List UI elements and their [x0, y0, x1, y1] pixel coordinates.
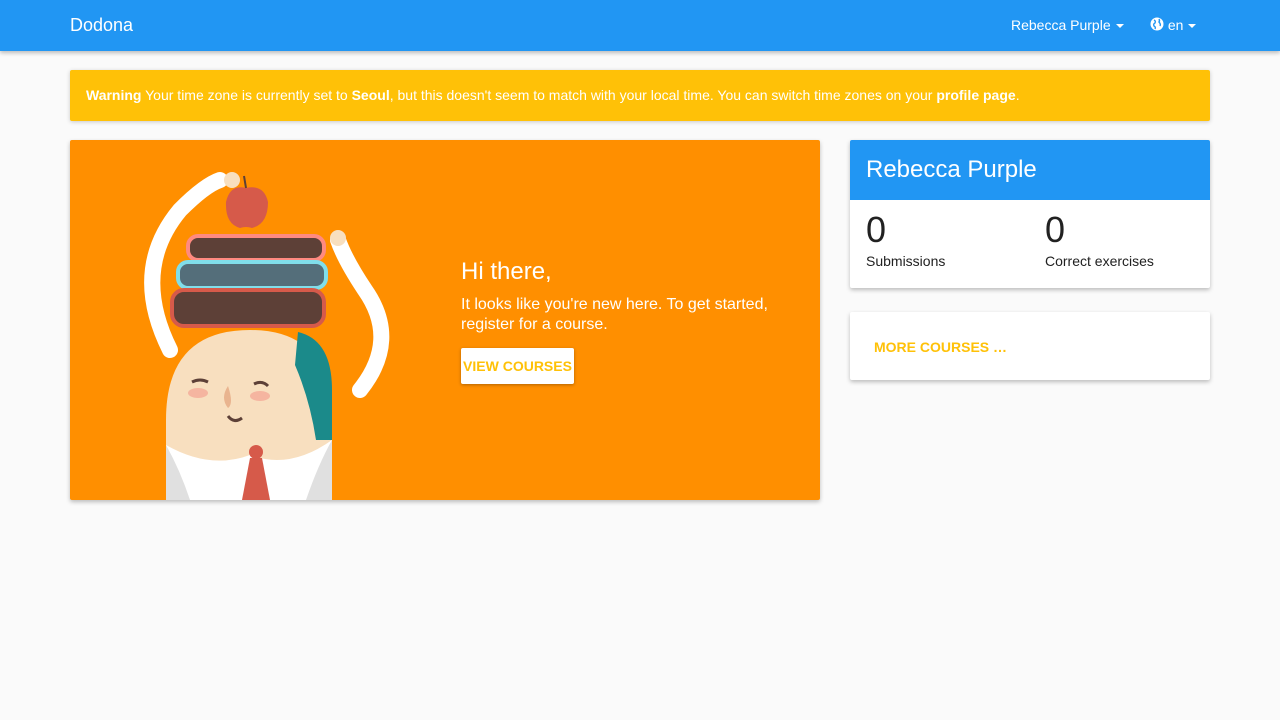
correct-exercises-stat: 0 Correct exercises — [1045, 208, 1154, 269]
welcome-hero-card: Hi there, It looks like you're new here.… — [70, 140, 820, 500]
correct-exercises-label: Correct exercises — [1045, 253, 1154, 269]
caret-down-icon — [1188, 24, 1197, 29]
warning-label: Warning — [86, 87, 142, 103]
submissions-count: 0 — [866, 209, 887, 250]
warning-text: , but this doesn't seem to match with yo… — [389, 87, 937, 103]
more-courses-link[interactable]: MORE COURSES … — [874, 339, 1007, 355]
user-menu-label: Rebecca Purple — [1011, 17, 1111, 33]
user-card-title: Rebecca Purple — [850, 140, 1210, 200]
user-stats-card: Rebecca Purple 0 Submissions 0 Correct e… — [850, 140, 1210, 288]
language-label: en — [1167, 17, 1184, 33]
warning-text: . — [1015, 87, 1020, 103]
caret-down-icon — [1115, 24, 1124, 29]
globe-icon — [1150, 17, 1164, 31]
language-dropdown[interactable]: en — [1150, 17, 1197, 33]
submissions-label: Submissions — [866, 253, 946, 269]
user-menu-dropdown[interactable]: Rebecca Purple — [1011, 17, 1124, 33]
student-books-illustration — [144, 172, 390, 500]
brand-link[interactable]: Dodona — [70, 15, 133, 36]
submissions-stat: 0 Submissions — [866, 208, 945, 269]
correct-exercises-count: 0 — [1045, 209, 1066, 250]
timezone-warning-alert: Warning Your time zone is currently set … — [70, 70, 1210, 121]
warning-text: Your time zone is currently set to — [141, 87, 352, 103]
navbar: Dodona Rebecca Purple en — [0, 0, 1280, 51]
hero-heading: Hi there, — [461, 258, 552, 285]
profile-page-link[interactable]: profile page — [936, 87, 1015, 103]
courses-card: MORE COURSES … — [850, 312, 1210, 380]
view-courses-button[interactable]: VIEW COURSES — [461, 348, 574, 384]
hero-text: It looks like you're new here. To get st… — [461, 296, 768, 333]
warning-timezone: Seoul — [351, 87, 390, 103]
